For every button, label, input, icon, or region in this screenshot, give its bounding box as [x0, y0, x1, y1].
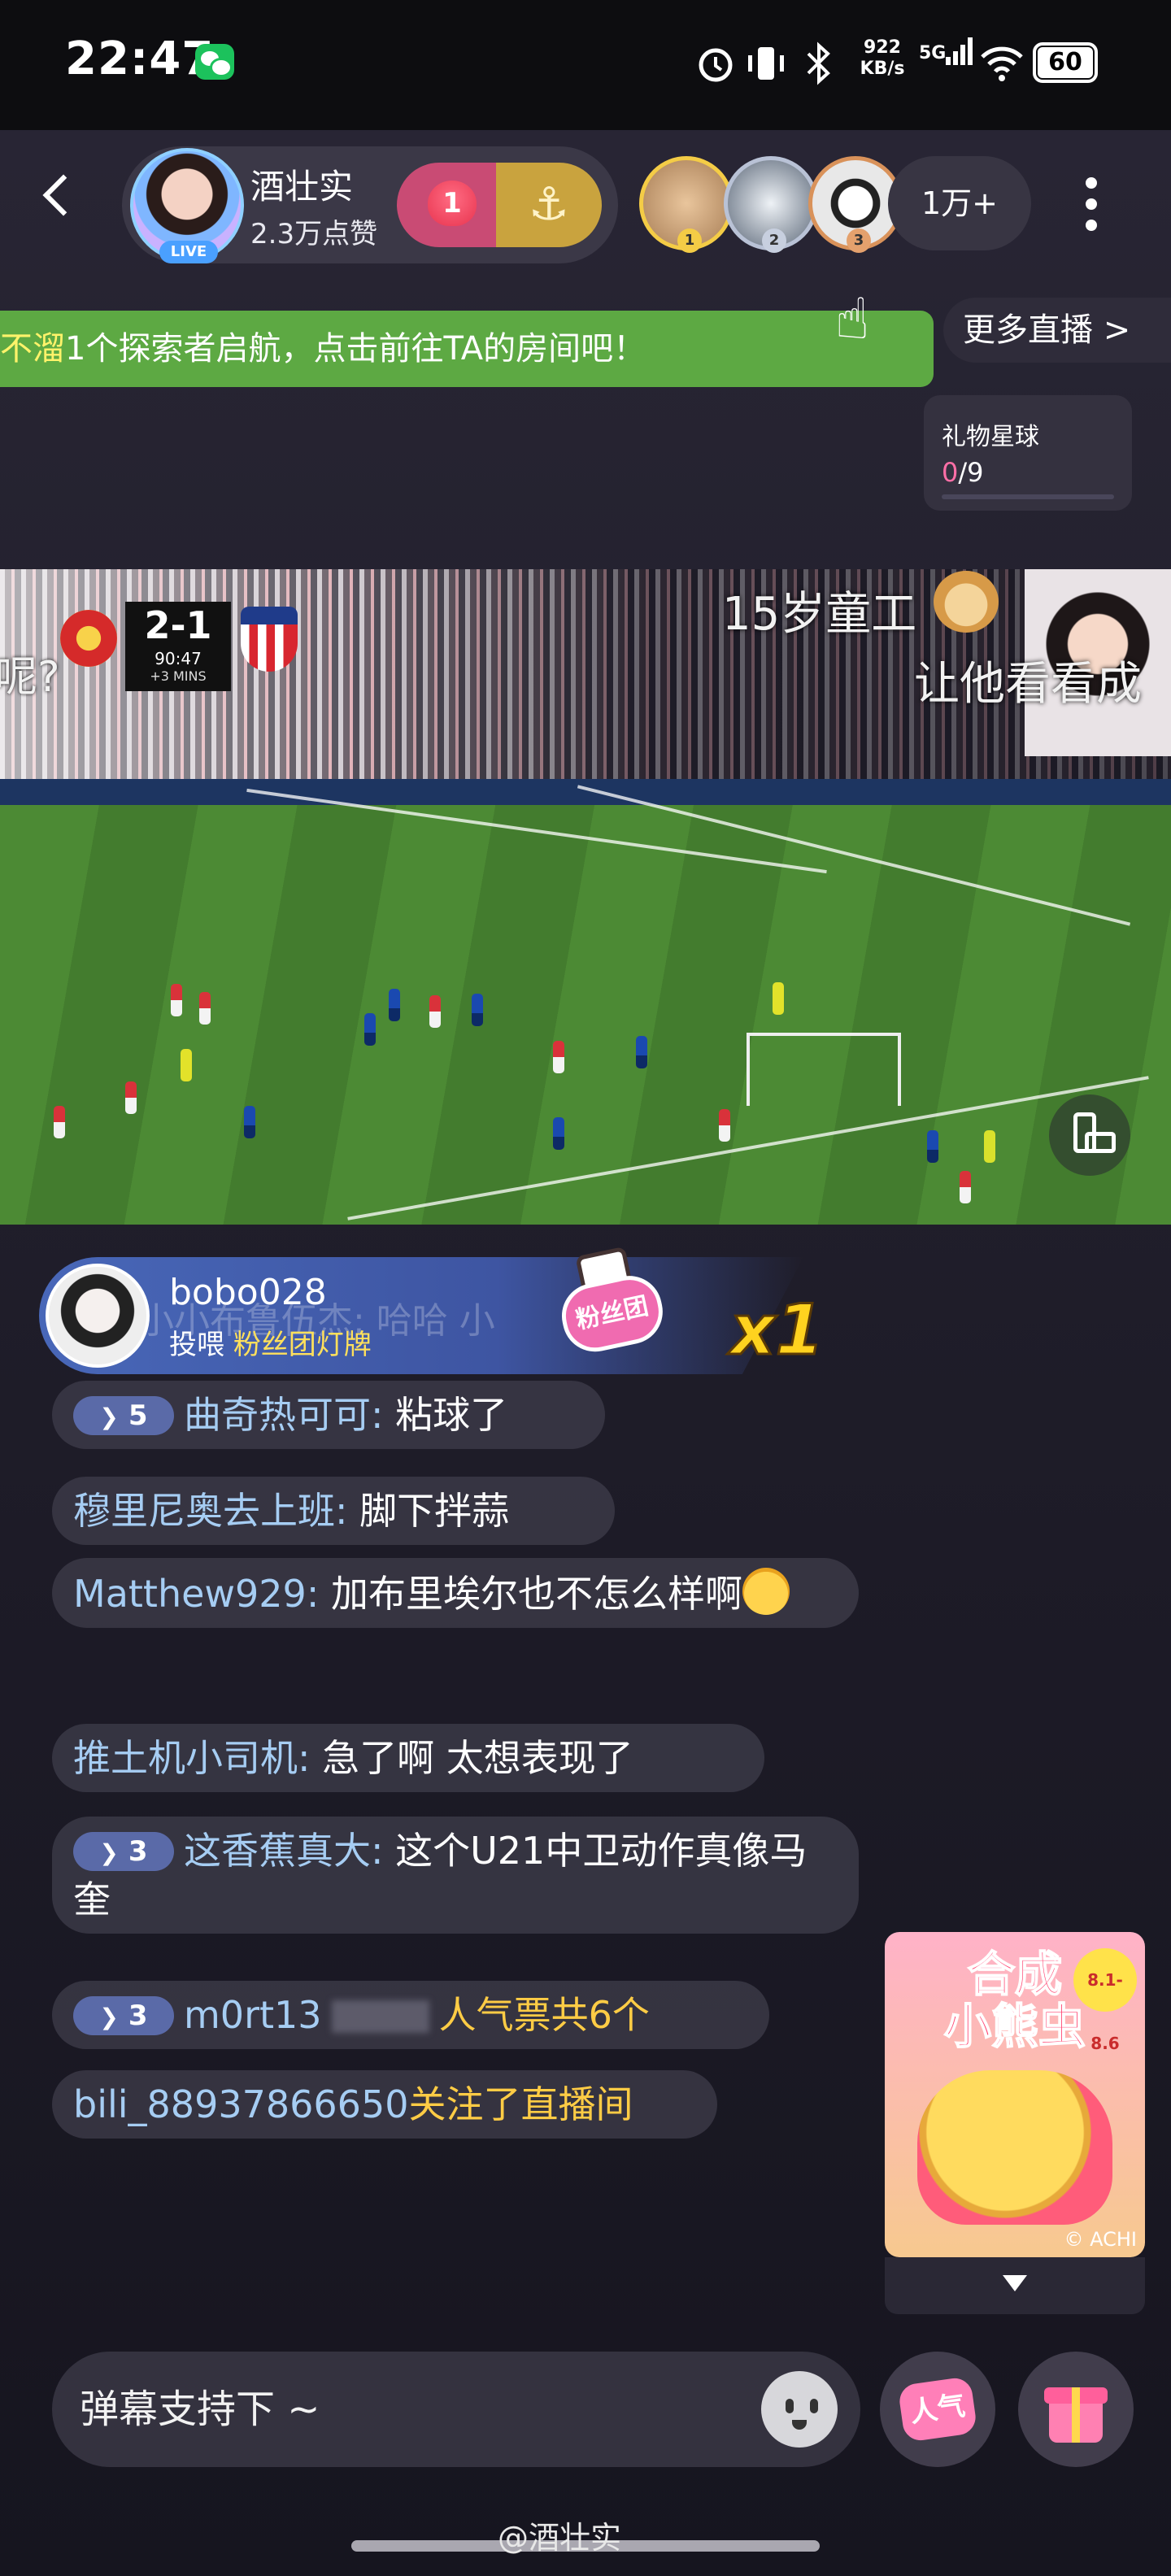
anchor-likes: 2.3万点赞	[250, 218, 378, 250]
score-display: 2-1 90:47 +3 MINS	[125, 602, 231, 691]
chat-text: 加布里埃尔也不怎么样啊	[319, 1572, 742, 1616]
weibo-watermark: @酒壮实	[498, 2520, 622, 2556]
anchor-icon[interactable]: ⚓	[496, 163, 602, 247]
score: 2-1	[144, 603, 212, 647]
laughing-crying-emoji-icon	[742, 1568, 790, 1615]
more-options-icon[interactable]	[1075, 172, 1108, 237]
rank-badge: 2	[762, 228, 786, 253]
heart-icon: 1	[428, 181, 477, 226]
network-speed: 922 KB/s	[860, 37, 905, 79]
collapse-arrow-icon[interactable]	[885, 2257, 1145, 2314]
blurred-text	[331, 2000, 429, 2033]
emoji-icon[interactable]	[761, 2371, 838, 2448]
alarm-icon	[699, 48, 733, 82]
gift-icon[interactable]	[1018, 2352, 1134, 2467]
battery-icon: 60	[1033, 42, 1098, 83]
promo-date: 8.1-8.6	[1073, 1948, 1137, 2053]
more-live-button[interactable]: 更多直播 >	[943, 298, 1171, 363]
chat-username[interactable]: 推土机小司机:	[73, 1736, 311, 1780]
banner-text: 1个探索者启航，点击前往TA的房间吧！	[65, 330, 646, 368]
vibrate-icon	[748, 47, 784, 80]
danmaku-caption: 让他看看成	[914, 658, 1142, 711]
gift-planet-title: 礼物星球	[942, 423, 1039, 451]
danmaku-caption: 呢?	[0, 653, 60, 702]
gifter-avatar[interactable]	[46, 1264, 150, 1368]
bluetooth-icon	[807, 41, 830, 85]
wifi-icon	[981, 46, 1023, 81]
popularity-icon: 人气	[897, 2376, 978, 2443]
gift-description: 投喂 粉丝团灯牌	[169, 1329, 372, 1361]
rotate-screen-icon[interactable]	[1049, 1094, 1130, 1176]
fan-club-button[interactable]: 1	[397, 163, 504, 247]
scoreboard: 2-1 90:47 +3 MINS	[60, 602, 301, 691]
back-arrow-icon[interactable]	[42, 174, 85, 216]
chat-message[interactable]: ❯ 3 这香蕉真大: 这个U21中卫动作真像马奎	[52, 1817, 859, 1934]
danmaku-input[interactable]: 弹幕支持下 ~	[52, 2352, 860, 2467]
chat-username[interactable]: m0rt13	[184, 1993, 322, 2037]
rank-badge: 3	[847, 228, 871, 253]
chat-text: 人气票共6个	[438, 1993, 650, 2037]
chat-message[interactable]: 穆里尼奥去上班: 脚下拌蒜	[52, 1477, 615, 1545]
pointing-hand-icon: ☝	[834, 285, 870, 352]
gift-planet-progress-bar	[942, 494, 1114, 499]
promo-copyright: © ACHI	[1064, 2228, 1137, 2251]
football-pitch	[0, 785, 1171, 1225]
added-time: +3 MINS	[150, 668, 207, 684]
chat-text: 粘球了	[383, 1393, 508, 1437]
chat-text: 关注了直播间	[408, 2082, 633, 2126]
viewer-count-button[interactable]: 1万+	[888, 156, 1031, 250]
chat-username[interactable]: 穆里尼奥去上班:	[73, 1489, 348, 1533]
chat-username[interactable]: Matthew929:	[73, 1572, 319, 1616]
banner-highlight: 不溜	[0, 330, 65, 368]
bear-illustration	[917, 2070, 1112, 2225]
fan-level-badge: ❯ 3	[73, 1832, 174, 1871]
danmaku-caption: 15岁童工	[722, 588, 917, 641]
chat-message[interactable]: bili_88937866650关注了直播间	[52, 2070, 717, 2139]
chat-text: 脚下拌蒜	[347, 1489, 510, 1533]
manchester-united-logo	[60, 610, 117, 667]
fan-club-lamp-gift-icon: 粉丝团	[542, 1235, 677, 1370]
top-viewer-avatar-1[interactable]: 1	[639, 156, 734, 253]
cellular-signal-icon: 5G	[919, 37, 975, 65]
match-time: 90:47	[155, 649, 202, 668]
atletico-madrid-logo	[241, 607, 298, 672]
rank-badge: 1	[677, 228, 702, 253]
clock: 22:47	[65, 33, 215, 85]
promo-banner[interactable]: 合成 小熊虫 8.1-8.6 © ACHI	[885, 1932, 1145, 2257]
battery-level: 60	[1038, 47, 1093, 78]
chat-message[interactable]: 推土机小司机: 急了啊 太想表现了	[52, 1724, 764, 1792]
chat-username[interactable]: 这香蕉真大:	[184, 1829, 384, 1873]
fan-level-badge: ❯ 5	[73, 1396, 174, 1435]
gift-planet-widget[interactable]: 礼物星球 0/9	[924, 395, 1132, 511]
chat-message[interactable]: ❯ 5 曲奇热可可: 粘球了	[52, 1381, 605, 1449]
popularity-button[interactable]: 人气	[880, 2352, 995, 2467]
top-viewer-avatar-2[interactable]: 2	[724, 156, 818, 253]
chat-username[interactable]: bili_88937866650	[73, 2082, 408, 2126]
gifter-name: bobo028	[169, 1272, 327, 1313]
wechat-icon	[195, 44, 234, 80]
live-badge: LIVE	[159, 241, 218, 263]
gift-multiplier: x1	[729, 1289, 825, 1373]
anchor-name: 酒壮实	[250, 167, 354, 207]
chat-message[interactable]: Matthew929: 加布里埃尔也不怎么样啊	[52, 1558, 859, 1628]
goal	[747, 1033, 901, 1106]
chat-text: 急了啊 太想表现了	[310, 1736, 633, 1780]
live-room-screen: { "status_bar": {"time": "22:47", "net_s…	[0, 0, 1171, 2576]
chat-username[interactable]: 曲奇热可可:	[184, 1393, 384, 1437]
chat-message[interactable]: ❯ 3 m0rt13 人气票共6个	[52, 1981, 769, 2049]
fan-level-badge: ❯ 3	[73, 1996, 174, 2035]
gift-planet-progress: 0/9	[942, 457, 984, 488]
doge-emoji-icon	[934, 571, 999, 633]
